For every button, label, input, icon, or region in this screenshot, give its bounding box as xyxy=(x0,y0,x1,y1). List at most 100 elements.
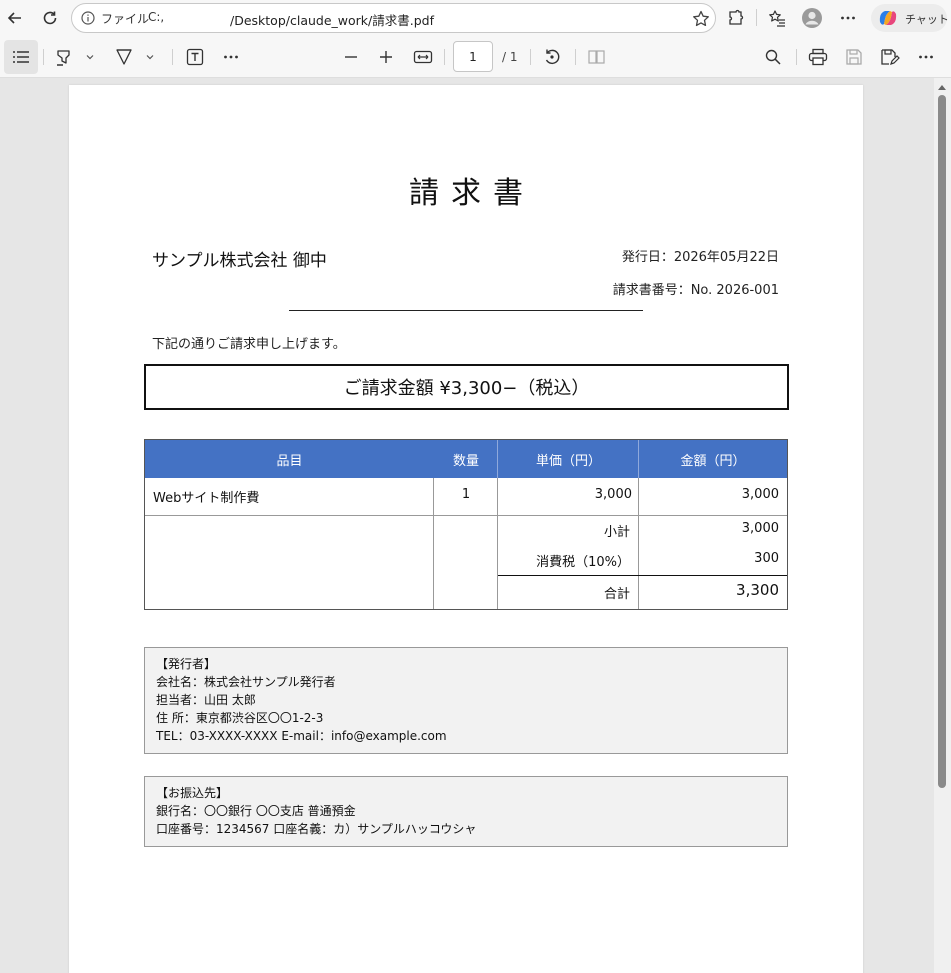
bank-account: 口座番号：1234567 口座名義：カ）サンプルハッコウシャ xyxy=(156,822,477,836)
client-underline xyxy=(289,310,643,311)
pen-icon xyxy=(116,49,132,65)
more-dots-icon xyxy=(841,16,855,20)
draw-options-button[interactable] xyxy=(139,46,161,68)
favorite-star-icon[interactable] xyxy=(691,9,711,29)
table-of-contents-button[interactable] xyxy=(4,40,38,74)
invoice-number: 請求書番号：No. 2026-001 xyxy=(612,283,779,298)
rotate-button[interactable] xyxy=(541,46,563,68)
scroll-up-arrow-icon[interactable] xyxy=(936,82,948,92)
favorites-list-icon xyxy=(769,10,785,27)
back-arrow-icon xyxy=(7,12,21,24)
fit-to-page-button[interactable] xyxy=(412,46,434,68)
save-button[interactable] xyxy=(843,46,865,68)
two-page-icon xyxy=(588,50,605,64)
bank-info-box: 【お振込先】 銀行名：〇〇銀行 〇〇支店 普通預金 口座番号：1234567 口… xyxy=(144,776,788,847)
scrollbar-thumb[interactable] xyxy=(938,95,946,788)
toolbar-divider xyxy=(756,9,757,26)
total-divider xyxy=(498,575,787,576)
intro-text: 下記の通りご請求申し上げます。 xyxy=(152,337,346,352)
url-drive: C:, xyxy=(148,10,165,24)
highlight-options-button[interactable] xyxy=(79,46,101,68)
subtotal-value: 3,000 xyxy=(741,521,779,536)
toolbar-divider xyxy=(172,49,173,65)
more-dots-icon xyxy=(224,55,238,59)
header-divider xyxy=(638,440,639,478)
url-path: /Desktop/claude_work/請求書.pdf xyxy=(230,13,434,28)
invoice-title: 請求書 xyxy=(409,176,535,211)
total-value: 3,300 xyxy=(736,581,779,599)
settings-more-button[interactable] xyxy=(915,46,937,68)
issuer-info-box: 【発行者】 会社名：株式会社サンプル発行者 担当者：山田 太郎 住 所：東京都渋… xyxy=(144,647,788,754)
toolbar-divider xyxy=(575,49,576,65)
toolbar-divider xyxy=(530,49,531,65)
extensions-button[interactable] xyxy=(725,7,747,29)
pdf-toolbar: / 1 xyxy=(0,36,951,78)
puzzle-icon xyxy=(729,9,744,25)
highlighter-icon xyxy=(57,50,70,66)
row-unit-price: 3,000 xyxy=(594,487,632,502)
chevron-down-icon xyxy=(86,55,94,60)
issuer-contact: 担当者：山田 太郎 xyxy=(156,693,256,707)
fit-width-icon xyxy=(413,50,433,64)
page-total: / 1 xyxy=(502,50,518,64)
header-divider xyxy=(497,440,498,478)
address-field[interactable]: ファイル C:, /Desktop/claude_work/請求書.pdf xyxy=(71,3,716,33)
more-tools-button[interactable] xyxy=(220,46,242,68)
total-label: 合計 xyxy=(603,587,630,602)
add-text-button[interactable] xyxy=(184,46,206,68)
tax-value: 300 xyxy=(754,551,779,566)
browser-address-bar: ファイル C:, /Desktop/claude_work/請求書.pdf チャ… xyxy=(0,0,951,36)
copilot-icon xyxy=(879,11,897,25)
header-quantity: 数量 xyxy=(452,453,479,469)
items-table: 品目 数量 単価（円） 金額（円） Webサイト制作費 1 3,000 3,00… xyxy=(144,439,788,610)
zoom-in-button[interactable] xyxy=(375,46,397,68)
refresh-button[interactable] xyxy=(37,5,63,31)
minus-icon xyxy=(345,56,357,58)
text-box-icon xyxy=(186,48,204,66)
plus-icon xyxy=(380,51,392,63)
info-icon[interactable] xyxy=(81,11,95,25)
draw-button[interactable] xyxy=(113,46,135,68)
issuer-heading: 【発行者】 xyxy=(156,657,217,671)
toolbar-divider xyxy=(796,49,797,65)
search-icon xyxy=(765,49,781,65)
client-name: サンプル株式会社 御中 xyxy=(152,251,327,271)
issue-date: 発行日：2026年05月22日 xyxy=(621,250,779,265)
issuer-address: 住 所：東京都渋谷区〇〇1-2-3 xyxy=(156,711,324,725)
issuer-company: 会社名：株式会社サンプル発行者 xyxy=(156,675,336,689)
chevron-down-icon xyxy=(146,55,154,60)
bank-name: 銀行名：〇〇銀行 〇〇支店 普通預金 xyxy=(156,804,356,818)
pdf-page: 請求書 サンプル株式会社 御中 発行日：2026年05月22日 請求書番号：No… xyxy=(69,85,863,973)
refresh-icon xyxy=(43,11,57,25)
profile-button[interactable] xyxy=(801,7,823,29)
rotate-icon xyxy=(545,49,560,65)
row-item: Webサイト制作費 xyxy=(153,491,260,506)
save-as-icon xyxy=(881,49,900,65)
issuer-phone-email: TEL：03-XXXX-XXXX E-mail：info@example.com xyxy=(156,729,447,743)
printer-icon xyxy=(808,48,828,66)
search-button[interactable] xyxy=(762,46,784,68)
page-number-input[interactable] xyxy=(453,41,493,72)
highlight-button[interactable] xyxy=(53,46,75,68)
page-view-button[interactable] xyxy=(586,46,608,68)
row-quantity: 1 xyxy=(461,487,471,502)
toolbar-divider xyxy=(43,49,44,65)
tax-label: 消費税（10%） xyxy=(536,555,630,570)
header-item: 品目 xyxy=(276,453,303,469)
browser-menu-button[interactable] xyxy=(837,7,859,29)
save-as-button[interactable] xyxy=(879,46,901,68)
bank-heading: 【お振込先】 xyxy=(156,786,229,800)
total-amount-box: ご請求金額 ¥3,300−（税込） xyxy=(144,364,789,410)
back-button[interactable] xyxy=(2,5,28,31)
copilot-chat-button[interactable]: チャット xyxy=(871,4,949,32)
avatar-icon xyxy=(802,8,822,28)
save-icon xyxy=(846,49,862,65)
zoom-out-button[interactable] xyxy=(340,46,362,68)
favorites-button[interactable] xyxy=(766,7,788,29)
subtotal-label: 小計 xyxy=(603,525,630,540)
print-button[interactable] xyxy=(807,46,829,68)
header-amount: 金額（円） xyxy=(680,453,746,469)
table-header: 品目 数量 単価（円） 金額（円） xyxy=(145,440,787,478)
toolbar-divider xyxy=(444,49,445,65)
row-amount: 3,000 xyxy=(741,487,779,502)
